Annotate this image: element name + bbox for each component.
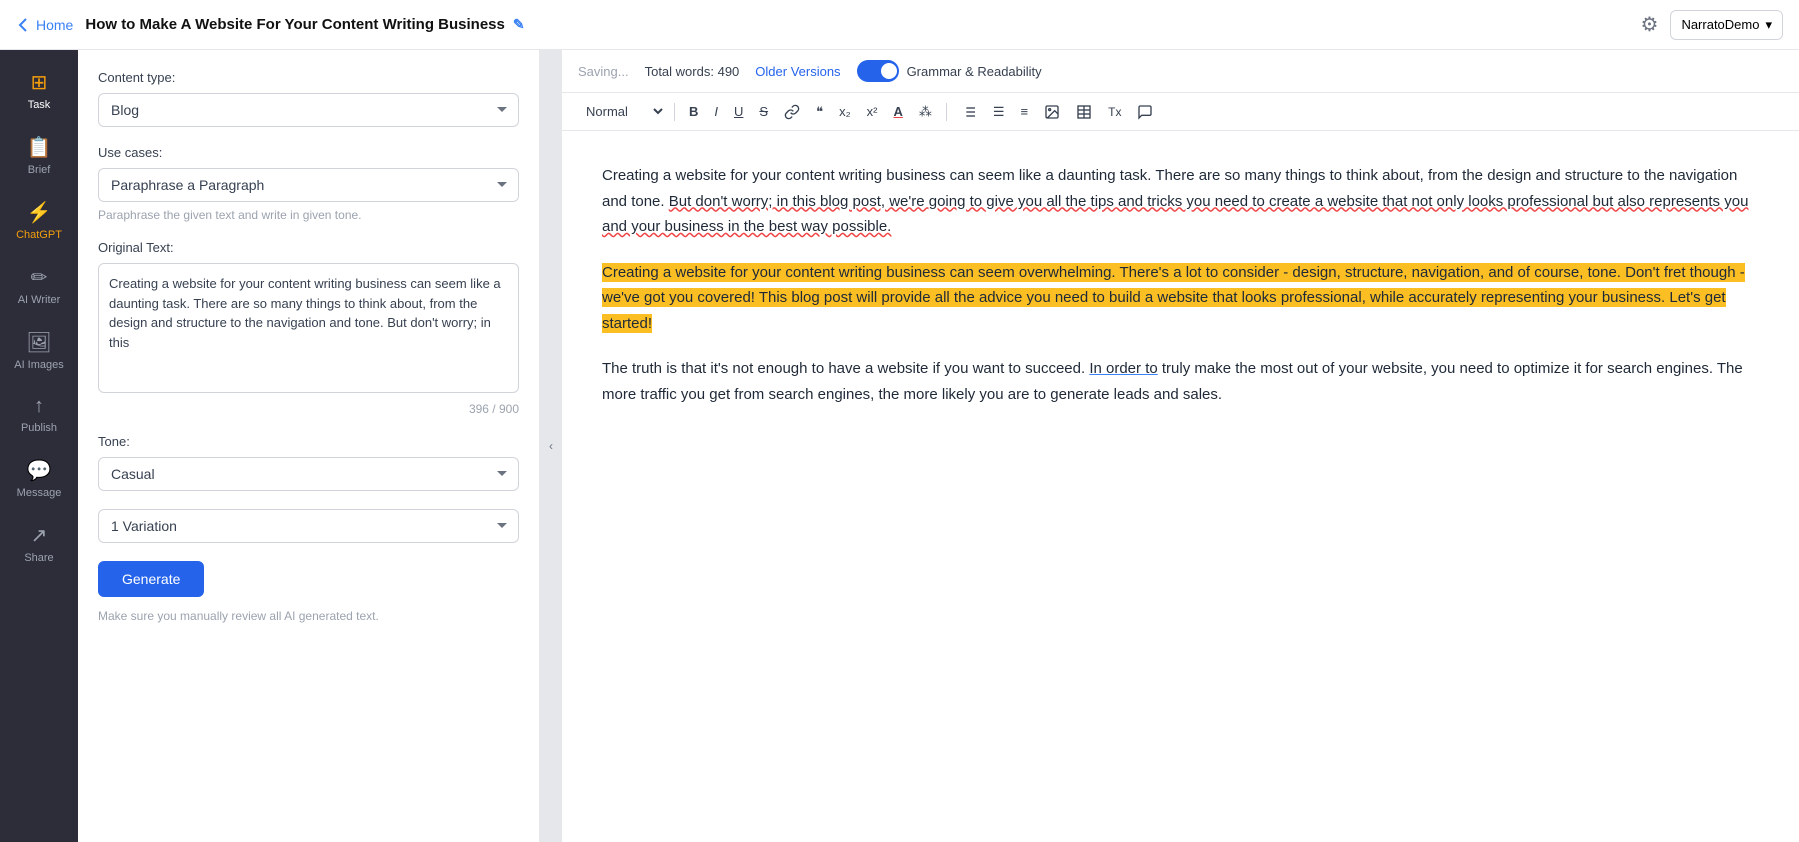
paragraph-3: The truth is that it's not enough to hav… — [602, 356, 1759, 407]
older-versions-link[interactable]: Older Versions — [755, 64, 840, 79]
sidebar-item-chatgpt[interactable]: ⚡ ChatGPT — [4, 190, 74, 251]
use-cases-group: Use cases: Paraphrase a Paragraph Summar… — [98, 145, 519, 222]
toolbar-separator — [674, 103, 675, 121]
style-select[interactable]: Normal Heading 1 Heading 2 — [578, 99, 666, 124]
original-text-label: Original Text: — [98, 240, 519, 255]
paragraph-1: Creating a website for your content writ… — [602, 163, 1759, 240]
grammar-suggestion-1: But don't worry; in this blog post, we'r… — [602, 193, 1748, 236]
unordered-list-button[interactable]: ☰ — [987, 100, 1011, 124]
table-button[interactable] — [1070, 100, 1098, 124]
ai-generated-paragraph: Creating a website for your content writ… — [602, 263, 1745, 333]
sidebar-item-label: Brief — [28, 164, 51, 176]
page-title: How to Make A Website For Your Content W… — [85, 16, 524, 33]
original-text-group: Original Text: Creating a website for yo… — [98, 240, 519, 416]
paragraph-2: Creating a website for your content writ… — [602, 260, 1759, 337]
sidebar-item-label: AI Writer — [18, 294, 61, 306]
italic-button[interactable]: I — [708, 100, 724, 123]
special-chars-button[interactable]: ⁂ — [913, 100, 938, 124]
strikethrough-button[interactable]: S — [753, 100, 774, 123]
sidebar-item-label: ChatGPT — [16, 229, 62, 241]
message-icon: 💬 — [27, 458, 52, 483]
char-count: 396 / 900 — [98, 402, 519, 416]
share-icon: ↗ — [31, 523, 48, 548]
home-label: Home — [36, 17, 73, 33]
generate-button[interactable]: Generate — [98, 561, 204, 597]
original-text-area[interactable]: Creating a website for your content writ… — [98, 263, 519, 393]
ai-notice: Make sure you manually review all AI gen… — [98, 609, 519, 623]
grammar-label: Grammar & Readability — [907, 64, 1042, 79]
sidebar-item-task[interactable]: ⊞ Task — [4, 60, 74, 121]
tone-group: Tone: Casual Formal Friendly Professiona… — [98, 434, 519, 491]
left-panel: Content type: Blog Article Social Media … — [78, 50, 540, 842]
quote-button[interactable]: ❝ — [810, 100, 829, 124]
grammar-toggle-group: Grammar & Readability — [857, 60, 1042, 82]
content-type-select[interactable]: Blog Article Social Media — [98, 93, 519, 127]
topbar: Home How to Make A Website For Your Cont… — [0, 0, 1799, 50]
use-cases-hint: Paraphrase the given text and write in g… — [98, 208, 519, 222]
use-cases-select[interactable]: Paraphrase a Paragraph Summarize Expand — [98, 168, 519, 202]
sidebar-item-label: Message — [17, 487, 62, 499]
task-icon: ⊞ — [31, 70, 48, 95]
sidebar-item-label: Task — [28, 99, 51, 111]
topbar-right: ⚙ NarratoDemo ▾ — [1641, 10, 1784, 40]
editor-toolbar: Normal Heading 1 Heading 2 B I U S ❝ x₂ … — [562, 93, 1799, 131]
sidebar-item-share[interactable]: ↗ Share — [4, 513, 74, 574]
bold-button[interactable]: B — [683, 100, 704, 123]
link-button[interactable] — [778, 100, 806, 124]
chatgpt-icon: ⚡ — [27, 200, 52, 225]
sidebar: ⊞ Task 📋 Brief ⚡ ChatGPT ✏ AI Writer 🖼 A… — [0, 50, 78, 842]
sidebar-item-publish[interactable]: ↑ Publish — [4, 385, 74, 444]
editor-panel: Saving... Total words: 490 Older Version… — [562, 50, 1799, 842]
variation-group: 1 Variation 2 Variations 3 Variations — [98, 509, 519, 543]
superscript-button[interactable]: x² — [861, 100, 884, 123]
sidebar-item-ai-writer[interactable]: ✏ AI Writer — [4, 255, 74, 316]
chevron-down-icon: ▾ — [1765, 17, 1772, 33]
saving-status: Saving... — [578, 64, 629, 79]
variation-select[interactable]: 1 Variation 2 Variations 3 Variations — [98, 509, 519, 543]
ai-writer-icon: ✏ — [31, 265, 48, 290]
ordered-list-button[interactable] — [955, 100, 983, 124]
word-count: Total words: 490 — [645, 64, 740, 79]
grammar-toggle[interactable] — [857, 60, 899, 82]
editor-content[interactable]: Creating a website for your content writ… — [562, 131, 1799, 842]
tone-select[interactable]: Casual Formal Friendly Professional — [98, 457, 519, 491]
sidebar-item-message[interactable]: 💬 Message — [4, 448, 74, 509]
sidebar-item-brief[interactable]: 📋 Brief — [4, 125, 74, 186]
collapse-panel-button[interactable]: ‹ — [540, 50, 562, 842]
toolbar-separator-2 — [946, 103, 947, 121]
content-type-label: Content type: — [98, 70, 519, 85]
user-label: NarratoDemo — [1681, 17, 1759, 32]
clear-format-button[interactable]: Tx — [1102, 101, 1127, 123]
color-button[interactable]: A — [887, 100, 908, 123]
settings-button[interactable]: ⚙ — [1641, 12, 1659, 37]
sidebar-item-label: Publish — [21, 422, 57, 434]
collapse-icon: ‹ — [549, 439, 553, 453]
edit-icon[interactable]: ✎ — [513, 16, 525, 33]
ai-images-icon: 🖼 — [26, 330, 51, 355]
align-button[interactable]: ≡ — [1015, 100, 1035, 123]
use-cases-label: Use cases: — [98, 145, 519, 160]
underline-button[interactable]: U — [728, 100, 749, 123]
tone-label: Tone: — [98, 434, 519, 449]
editor-topbar: Saving... Total words: 490 Older Version… — [562, 50, 1799, 93]
sidebar-item-label: AI Images — [14, 359, 64, 371]
image-button[interactable] — [1038, 100, 1066, 124]
comment-button[interactable] — [1131, 100, 1159, 124]
sidebar-item-ai-images[interactable]: 🖼 AI Images — [4, 320, 74, 381]
main-layout: ⊞ Task 📋 Brief ⚡ ChatGPT ✏ AI Writer 🖼 A… — [0, 50, 1799, 842]
sidebar-item-label: Share — [24, 552, 53, 564]
user-dropdown[interactable]: NarratoDemo ▾ — [1670, 10, 1783, 40]
publish-icon: ↑ — [34, 395, 44, 418]
brief-icon: 📋 — [27, 135, 52, 160]
content-type-group: Content type: Blog Article Social Media — [98, 70, 519, 127]
grammar-suggestion-2: In order to — [1089, 360, 1157, 377]
subscript-button[interactable]: x₂ — [833, 100, 857, 123]
home-link[interactable]: Home — [16, 17, 73, 33]
